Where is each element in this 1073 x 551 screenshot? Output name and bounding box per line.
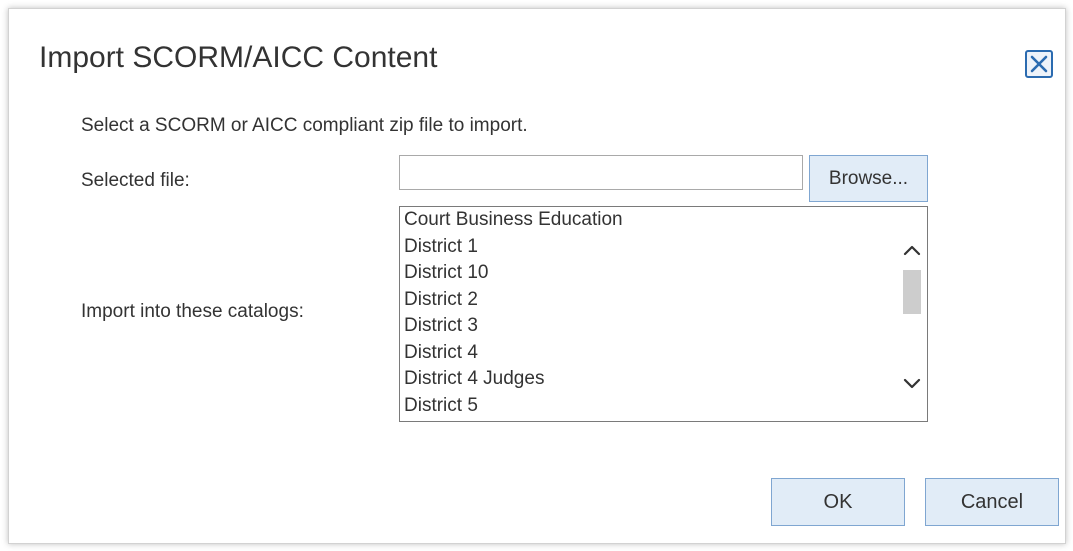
cancel-button[interactable]: Cancel	[925, 478, 1059, 526]
chevron-up-icon	[903, 245, 921, 256]
browse-button[interactable]: Browse...	[809, 155, 928, 202]
vertical-scrollbar[interactable]	[897, 207, 927, 421]
catalog-item[interactable]: District 4	[404, 340, 623, 367]
catalogs-list: Court Business Education District 1 Dist…	[404, 207, 623, 419]
chevron-down-icon	[903, 378, 921, 389]
catalog-item[interactable]: District 3	[404, 313, 623, 340]
ok-button[interactable]: OK	[771, 478, 905, 526]
import-dialog: Import SCORM/AICC Content Select a SCORM…	[8, 8, 1066, 544]
catalog-item[interactable]: District 10	[404, 260, 623, 287]
catalog-item[interactable]: District 5	[404, 393, 623, 420]
selected-file-input[interactable]	[399, 155, 803, 190]
scroll-thumb[interactable]	[903, 270, 921, 314]
dialog-title: Import SCORM/AICC Content	[39, 41, 438, 74]
close-icon	[1030, 55, 1048, 73]
catalogs-label: Import into these catalogs:	[81, 301, 304, 322]
catalog-item[interactable]: District 4 Judges	[404, 366, 623, 393]
catalog-item[interactable]: District 2	[404, 287, 623, 314]
selected-file-label: Selected file:	[81, 170, 190, 191]
catalogs-listbox[interactable]: Court Business Education District 1 Dist…	[399, 206, 928, 422]
scroll-up-button[interactable]	[897, 235, 927, 265]
catalog-item[interactable]: Court Business Education	[404, 207, 623, 234]
close-button[interactable]	[1025, 50, 1053, 78]
scroll-down-button[interactable]	[897, 369, 927, 399]
instruction-text: Select a SCORM or AICC compliant zip fil…	[81, 115, 528, 136]
catalog-item[interactable]: District 1	[404, 234, 623, 261]
